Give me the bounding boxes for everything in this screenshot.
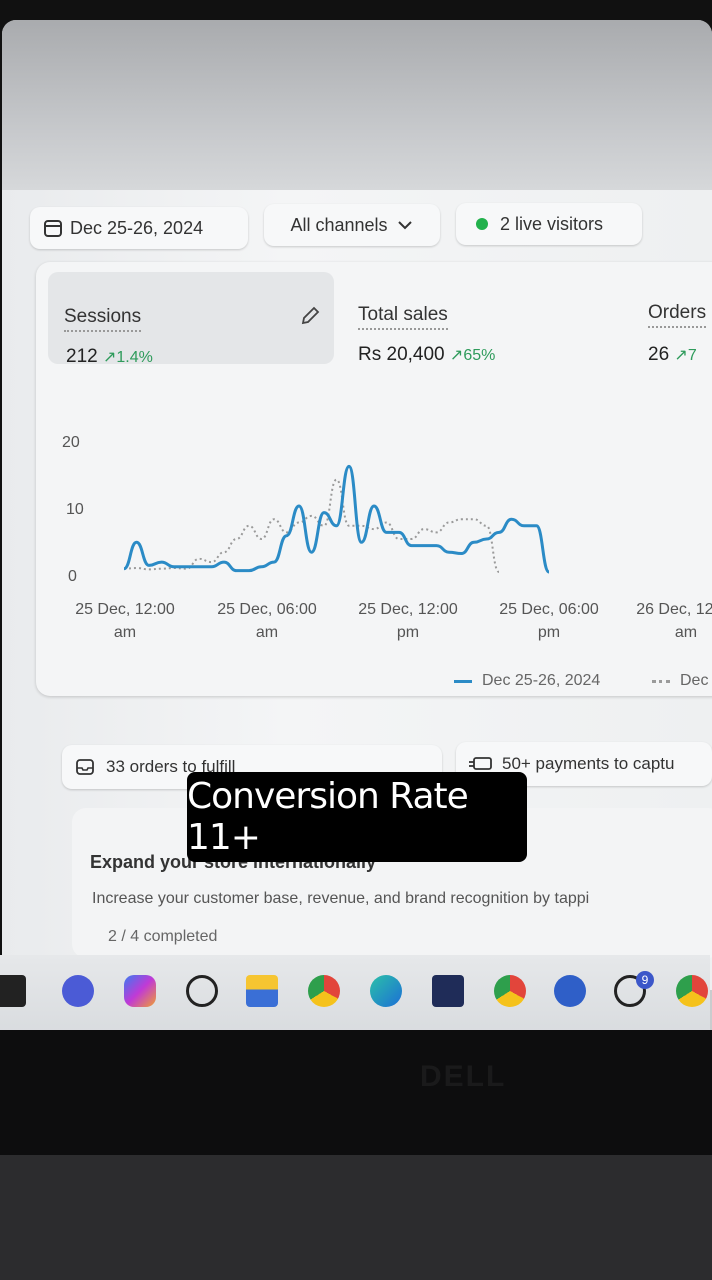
- x-tick-clip: 26 Dec, 12:00am: [620, 598, 712, 648]
- x-tick-label: 25 Dec, 12:00 pm: [358, 601, 458, 641]
- sessions-change: ↗1.4%: [102, 349, 153, 366]
- x-tick-label: 25 Dec, 06:00 am: [217, 601, 317, 641]
- bottom-area: [0, 1155, 712, 1280]
- expand-progress: 2 / 4 completed: [108, 928, 218, 945]
- orders-label: Orders: [648, 302, 707, 328]
- edge-icon[interactable]: [370, 975, 402, 1007]
- channels-label: All channels: [290, 214, 388, 235]
- comparison-series-line: [123, 478, 500, 573]
- calendar-icon: [44, 220, 62, 237]
- orders-metric-tile[interactable]: Orders 26 ↗7: [646, 262, 710, 382]
- legend-comparison-label: Dec: [680, 672, 709, 689]
- meet-icon[interactable]: [62, 975, 94, 1007]
- store-icon[interactable]: [432, 975, 464, 1007]
- sessions-line-chart: [123, 464, 551, 574]
- edit-pencil-icon[interactable]: [298, 304, 322, 328]
- total-sales-number: Rs 20,400: [358, 344, 445, 365]
- x-tick-label: 25 Dec, 12:00 am: [75, 601, 175, 641]
- laptop-bezel: DELL: [0, 1030, 712, 1155]
- legend-current[interactable]: Dec 25-26, 2024: [454, 672, 600, 690]
- legend-comparison[interactable]: Dec: [652, 672, 712, 690]
- copilot-icon[interactable]: [124, 975, 156, 1007]
- orders-value: 26 ↗7: [648, 344, 697, 366]
- legend-current-label: Dec 25-26, 2024: [482, 672, 601, 689]
- total-sales-change: ↗65%: [449, 347, 496, 364]
- x-tick-label: 26 Dec, 12:00am: [636, 601, 712, 641]
- sessions-number: 212: [66, 346, 98, 367]
- inbox-icon: [76, 759, 94, 775]
- sessions-value: 212 ↗1.4%: [66, 346, 153, 368]
- orders-number: 26: [648, 344, 670, 365]
- x-tick-label: 25 Dec, 06:00 pm: [499, 601, 599, 641]
- total-sales-label[interactable]: Total sales: [358, 304, 448, 330]
- sessions-series-line: [123, 464, 551, 574]
- dell-logo: DELL: [420, 1060, 507, 1093]
- chevron-down-icon: [397, 221, 412, 230]
- legend-solid-swatch: [454, 679, 472, 683]
- sessions-label: Sessions: [64, 306, 142, 332]
- notification-badge: 9: [636, 971, 654, 989]
- live-visitors-button[interactable]: 2 live visitors: [456, 203, 642, 245]
- expand-description: Increase your customer base, revenue, an…: [92, 890, 590, 907]
- total-sales-value: Rs 20,400 ↗65%: [358, 344, 495, 366]
- chrome-extra-icon[interactable]: [676, 975, 708, 1007]
- live-dot-icon: [476, 218, 488, 230]
- file-explorer-icon[interactable]: [246, 975, 278, 1007]
- payments-to-capture-label: 50+ payments to captu: [502, 754, 675, 773]
- legend-dotted-swatch: [652, 679, 670, 683]
- chrome-icon[interactable]: [308, 975, 340, 1007]
- channels-dropdown[interactable]: All channels: [264, 204, 440, 246]
- date-range-button[interactable]: Dec 25-26, 2024: [30, 207, 248, 249]
- vpn-icon[interactable]: [554, 975, 586, 1007]
- caption-overlay: Conversion Rate 11+: [187, 772, 527, 862]
- live-visitors-label: 2 live visitors: [500, 213, 604, 234]
- date-range-label: Dec 25-26, 2024: [70, 217, 204, 238]
- background-ceiling: [2, 20, 712, 190]
- whatsapp-icon[interactable]: [186, 975, 218, 1007]
- windows-taskbar: 9: [0, 955, 710, 1033]
- task-view-icon[interactable]: [0, 975, 26, 1007]
- chrome-profile-icon[interactable]: [494, 975, 526, 1007]
- orders-change: ↗7: [674, 347, 697, 364]
